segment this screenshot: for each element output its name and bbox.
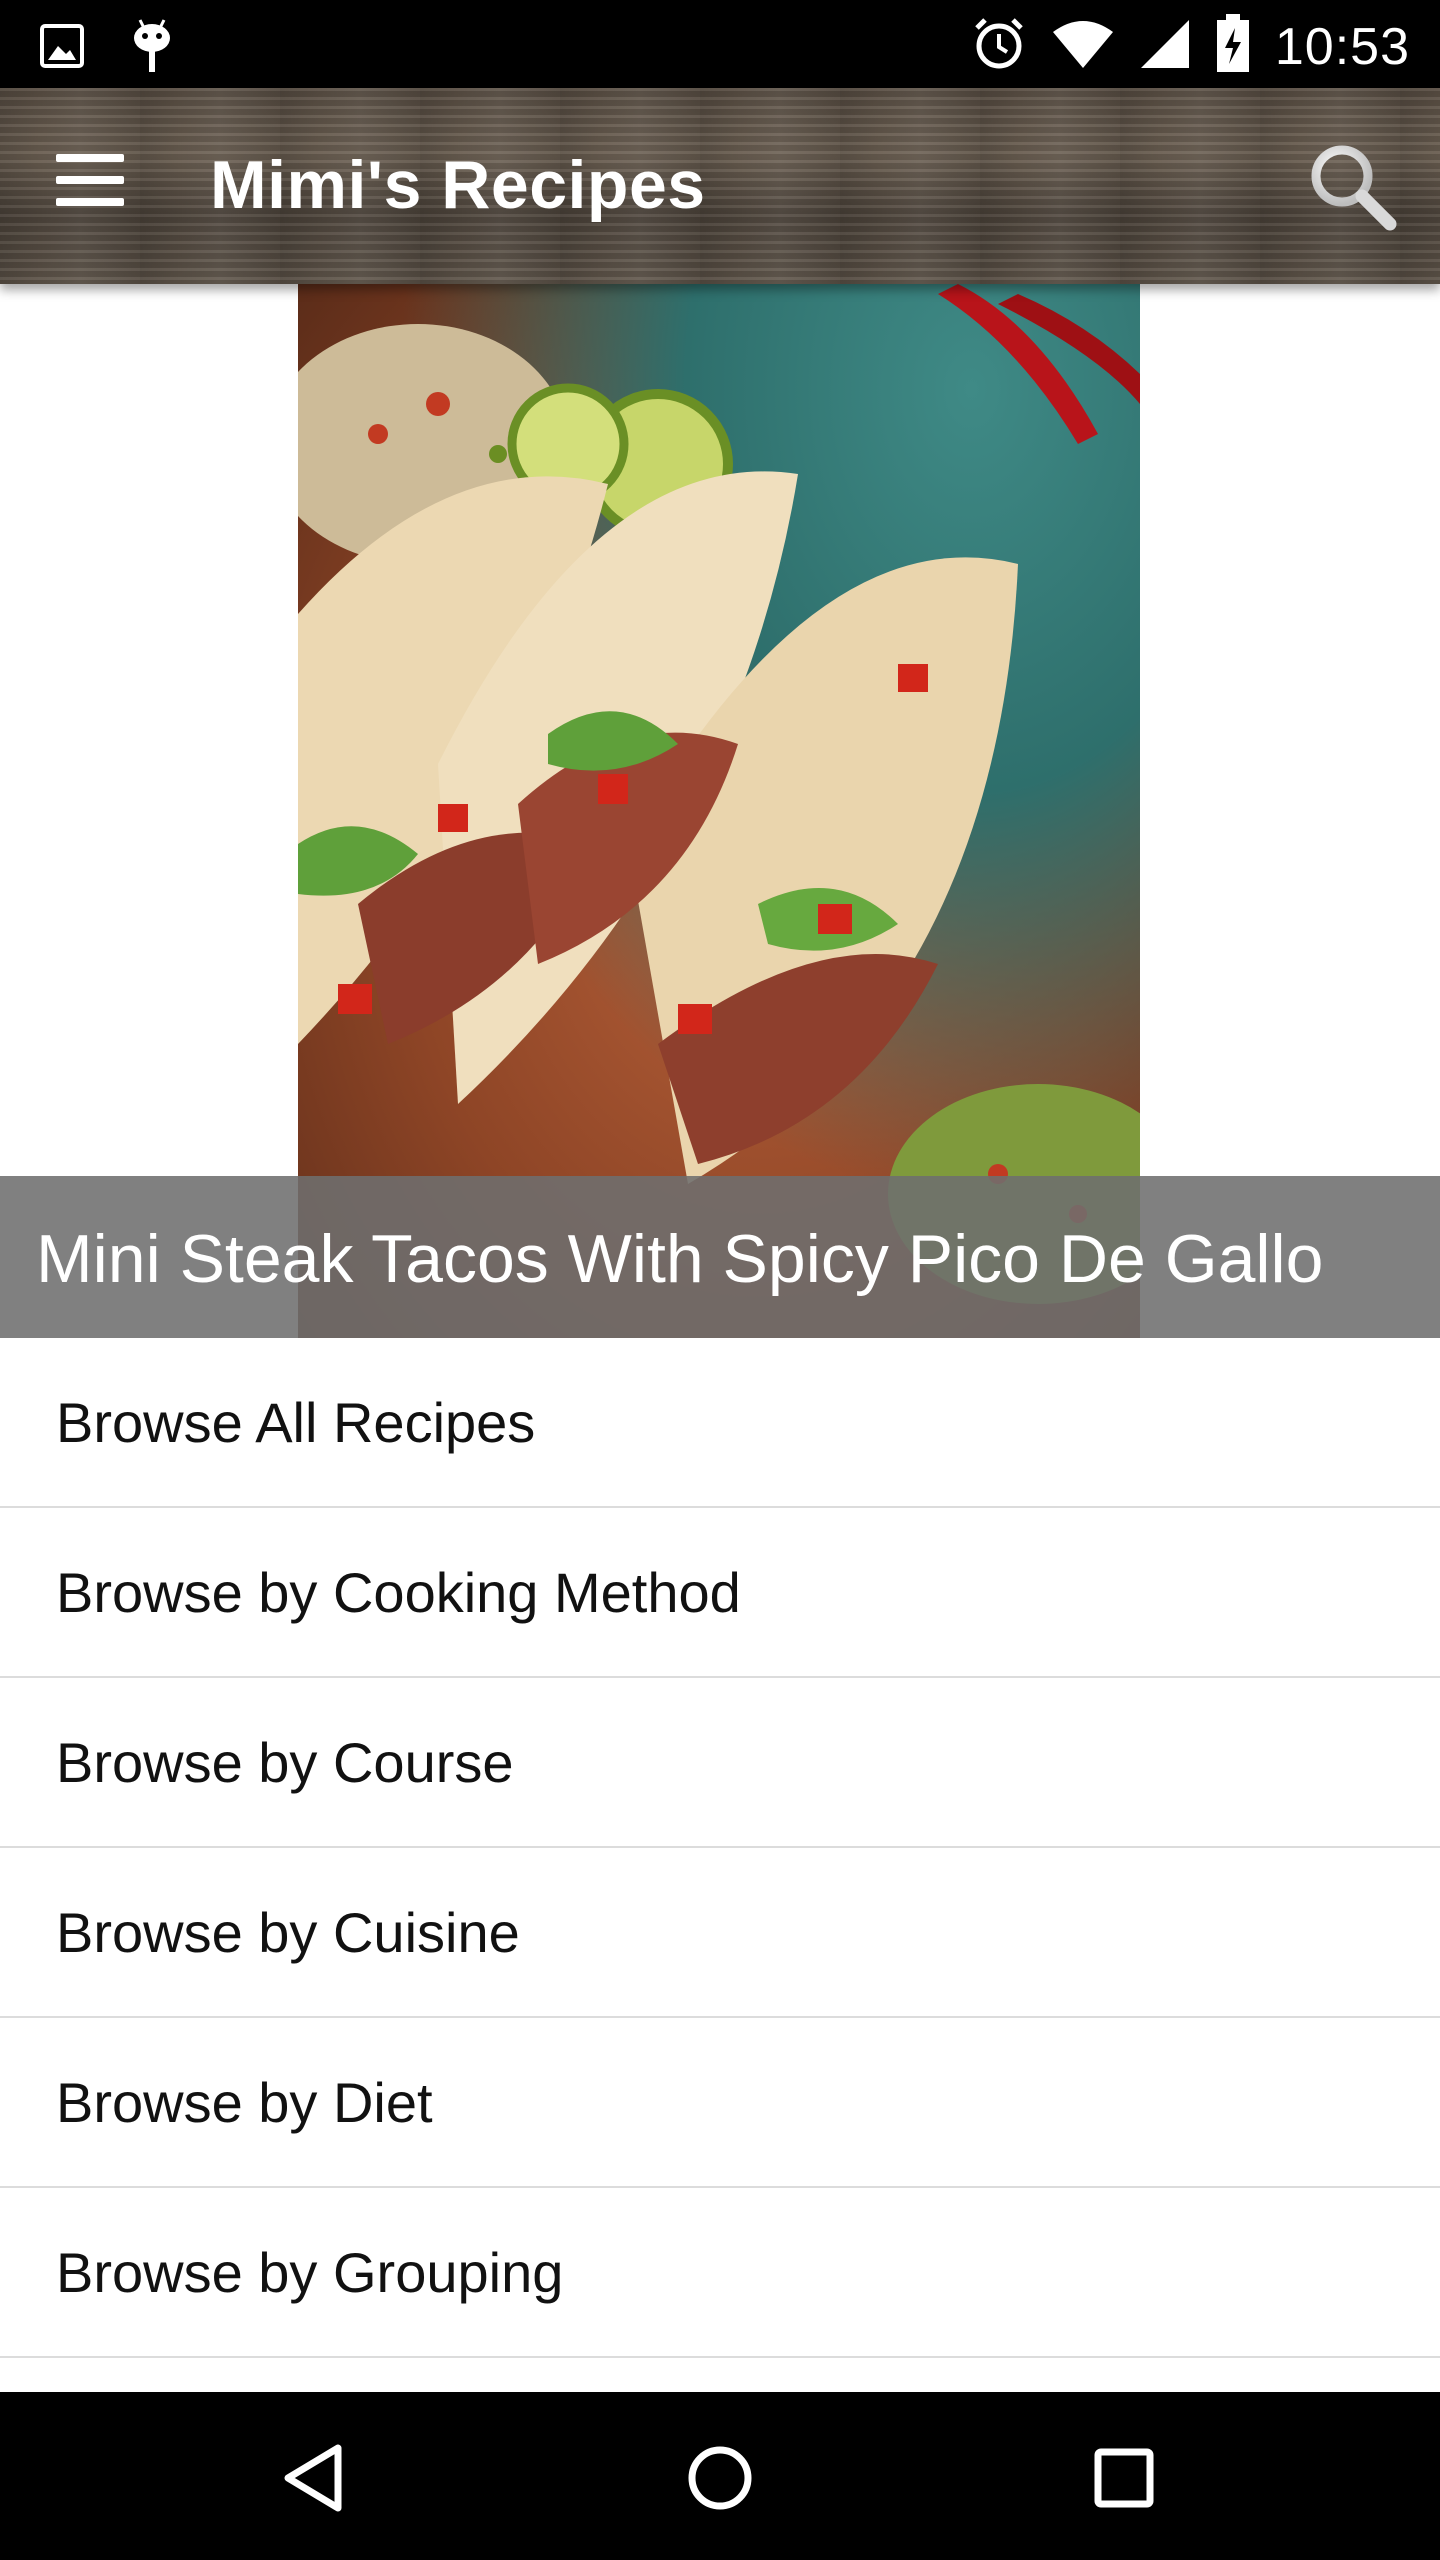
app-title: Mimi's Recipes [210,147,706,223]
android-icon [130,18,174,79]
menu-item-label: Browse All Recipes [56,1391,536,1454]
status-time: 10:53 [1274,17,1410,76]
menu-item-browse-all-recipes[interactable]: Browse All Recipes [0,1338,1440,1508]
menu-item-label: Browse by Diet [56,2071,433,2134]
battery-charging-icon [1215,14,1251,79]
menu-item-browse-by-grouping[interactable]: Browse by Grouping [0,2188,1440,2358]
browse-menu-list: Browse All Recipes Browse by Cooking Met… [0,1338,1440,2358]
featured-recipe-caption: Mini Steak Tacos With Spicy Pico De Gall… [0,1176,1440,1338]
alarm-icon [971,16,1027,77]
app-toolbar: Mimi's Recipes [0,88,1440,284]
menu-item-browse-by-course[interactable]: Browse by Course [0,1678,1440,1848]
status-bar: 10:53 [0,0,1440,88]
featured-recipe[interactable]: Mini Steak Tacos With Spicy Pico De Gall… [0,284,1440,1338]
recents-icon[interactable] [1080,2434,1168,2522]
search-icon[interactable] [1304,138,1400,234]
menu-item-browse-by-cuisine[interactable]: Browse by Cuisine [0,1848,1440,2018]
menu-item-label: Browse by Cooking Method [56,1561,741,1624]
signal-icon [1139,18,1191,75]
featured-recipe-title: Mini Steak Tacos With Spicy Pico De Gall… [36,1221,1324,1297]
menu-item-label: Browse by Cuisine [56,1901,520,1964]
menu-item-label: Browse by Grouping [56,2241,564,2304]
hamburger-menu-icon[interactable] [56,154,136,218]
wifi-icon [1051,18,1115,75]
menu-item-browse-by-cooking-method[interactable]: Browse by Cooking Method [0,1508,1440,1678]
home-icon[interactable] [676,2434,764,2522]
menu-item-label: Browse by Course [56,1731,514,1794]
back-icon[interactable] [272,2434,360,2522]
image-icon [40,24,84,73]
menu-item-browse-by-diet[interactable]: Browse by Diet [0,2018,1440,2188]
system-navigation-bar [0,2392,1440,2560]
